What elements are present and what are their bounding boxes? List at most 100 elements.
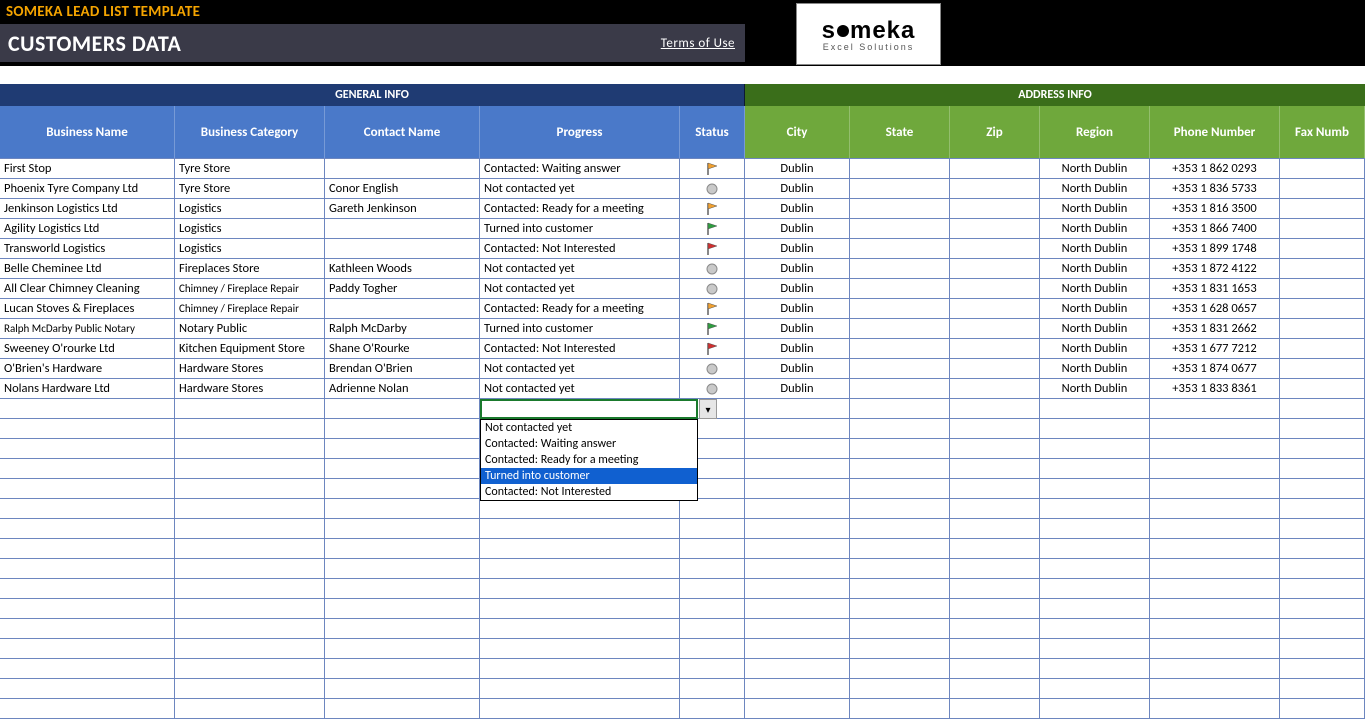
cell-empty[interactable]	[0, 699, 175, 718]
cell-status[interactable]	[680, 279, 745, 298]
cell-empty[interactable]	[950, 499, 1040, 518]
cell-empty[interactable]	[325, 659, 480, 678]
cell-city[interactable]: Dublin	[745, 279, 850, 298]
cell-empty[interactable]	[480, 619, 680, 638]
cell-empty[interactable]	[175, 559, 325, 578]
cell-empty[interactable]	[850, 659, 950, 678]
cell-empty[interactable]	[950, 659, 1040, 678]
cell-status[interactable]	[680, 239, 745, 258]
col-business-name[interactable]: Business Name	[0, 106, 175, 158]
cell-phone[interactable]: +353 1 833 8361	[1150, 379, 1280, 398]
cell-empty[interactable]	[480, 679, 680, 698]
table-row-empty[interactable]	[0, 499, 1365, 519]
cell-fax[interactable]	[1280, 199, 1365, 218]
cell-business-category[interactable]: Logistics	[175, 219, 325, 238]
cell-empty[interactable]	[680, 579, 745, 598]
terms-link[interactable]: Terms of Use	[661, 36, 735, 51]
table-row-empty[interactable]	[0, 579, 1365, 599]
cell-phone[interactable]: +353 1 862 0293	[1150, 159, 1280, 178]
dropdown-button[interactable]: ▾	[699, 399, 717, 419]
cell-empty[interactable]	[1150, 479, 1280, 498]
cell-phone[interactable]: +353 1 899 1748	[1150, 239, 1280, 258]
cell-empty[interactable]	[1280, 559, 1365, 578]
cell-status[interactable]	[680, 379, 745, 398]
cell-empty[interactable]	[0, 619, 175, 638]
cell-empty[interactable]	[325, 419, 480, 438]
cell-empty[interactable]	[850, 599, 950, 618]
cell-state[interactable]	[850, 259, 950, 278]
cell-empty[interactable]	[950, 459, 1040, 478]
table-row[interactable]: Agility Logistics LtdLogisticsTurned int…	[0, 219, 1365, 239]
cell-city[interactable]: Dublin	[745, 239, 850, 258]
cell-state[interactable]	[850, 239, 950, 258]
cell-empty[interactable]	[1040, 599, 1150, 618]
cell-city[interactable]	[745, 399, 850, 418]
cell-empty[interactable]	[1150, 619, 1280, 638]
cell-empty[interactable]	[1280, 639, 1365, 658]
cell-city[interactable]: Dublin	[745, 379, 850, 398]
cell-empty[interactable]	[950, 479, 1040, 498]
cell-zip[interactable]	[950, 199, 1040, 218]
cell-empty[interactable]	[0, 659, 175, 678]
cell-empty[interactable]	[175, 639, 325, 658]
cell-business-name[interactable]	[0, 399, 175, 418]
cell-state[interactable]	[850, 219, 950, 238]
cell-state[interactable]	[850, 279, 950, 298]
cell-empty[interactable]	[1150, 659, 1280, 678]
cell-empty[interactable]	[175, 479, 325, 498]
cell-empty[interactable]	[950, 419, 1040, 438]
cell-empty[interactable]	[680, 679, 745, 698]
cell-empty[interactable]	[745, 499, 850, 518]
cell-empty[interactable]	[1040, 579, 1150, 598]
cell-status[interactable]	[680, 259, 745, 278]
cell-contact-name[interactable]: Ralph McDarby	[325, 319, 480, 338]
cell-fax[interactable]	[1280, 359, 1365, 378]
cell-empty[interactable]	[0, 539, 175, 558]
cell-empty[interactable]	[480, 659, 680, 678]
table-row-empty[interactable]	[0, 559, 1365, 579]
cell-fax[interactable]	[1280, 319, 1365, 338]
col-business-category[interactable]: Business Category	[175, 106, 325, 158]
cell-region[interactable]: North Dublin	[1040, 219, 1150, 238]
cell-city[interactable]: Dublin	[745, 199, 850, 218]
cell-zip[interactable]	[950, 239, 1040, 258]
cell-city[interactable]: Dublin	[745, 319, 850, 338]
cell-city[interactable]: Dublin	[745, 179, 850, 198]
cell-region[interactable]: North Dublin	[1040, 339, 1150, 358]
cell-progress[interactable]: Contacted: Waiting answer	[480, 159, 680, 178]
cell-empty[interactable]	[1150, 459, 1280, 478]
cell-empty[interactable]	[1280, 579, 1365, 598]
table-row[interactable]: Lucan Stoves & FireplacesChimney / Firep…	[0, 299, 1365, 319]
cell-fax[interactable]	[1280, 159, 1365, 178]
cell-state[interactable]	[850, 379, 950, 398]
cell-business-name[interactable]: Nolans Hardware Ltd	[0, 379, 175, 398]
cell-phone[interactable]: +353 1 816 3500	[1150, 199, 1280, 218]
cell-empty[interactable]	[1040, 499, 1150, 518]
cell-empty[interactable]	[1280, 419, 1365, 438]
cell-empty[interactable]	[950, 519, 1040, 538]
cell-business-category[interactable]: Hardware Stores	[175, 359, 325, 378]
cell-progress[interactable]: Not contacted yet	[480, 279, 680, 298]
cell-empty[interactable]	[0, 559, 175, 578]
cell-fax[interactable]	[1280, 179, 1365, 198]
cell-empty[interactable]	[0, 499, 175, 518]
cell-empty[interactable]	[325, 439, 480, 458]
table-row-empty[interactable]	[0, 599, 1365, 619]
table-row-empty[interactable]	[0, 519, 1365, 539]
cell-progress[interactable]: Turned into customer	[480, 319, 680, 338]
cell-empty[interactable]	[1150, 539, 1280, 558]
cell-status[interactable]	[680, 199, 745, 218]
cell-empty[interactable]	[1150, 439, 1280, 458]
cell-empty[interactable]	[745, 579, 850, 598]
cell-empty[interactable]	[680, 519, 745, 538]
cell-state[interactable]	[850, 299, 950, 318]
cell-empty[interactable]	[480, 579, 680, 598]
cell-empty[interactable]	[0, 639, 175, 658]
cell-phone[interactable]: +353 1 836 5733	[1150, 179, 1280, 198]
cell-business-category[interactable]: Tyre Store	[175, 179, 325, 198]
cell-empty[interactable]	[680, 499, 745, 518]
cell-fax[interactable]	[1280, 239, 1365, 258]
cell-empty[interactable]	[950, 639, 1040, 658]
cell-contact-name[interactable]: Shane O'Rourke	[325, 339, 480, 358]
cell-business-name[interactable]: Lucan Stoves & Fireplaces	[0, 299, 175, 318]
